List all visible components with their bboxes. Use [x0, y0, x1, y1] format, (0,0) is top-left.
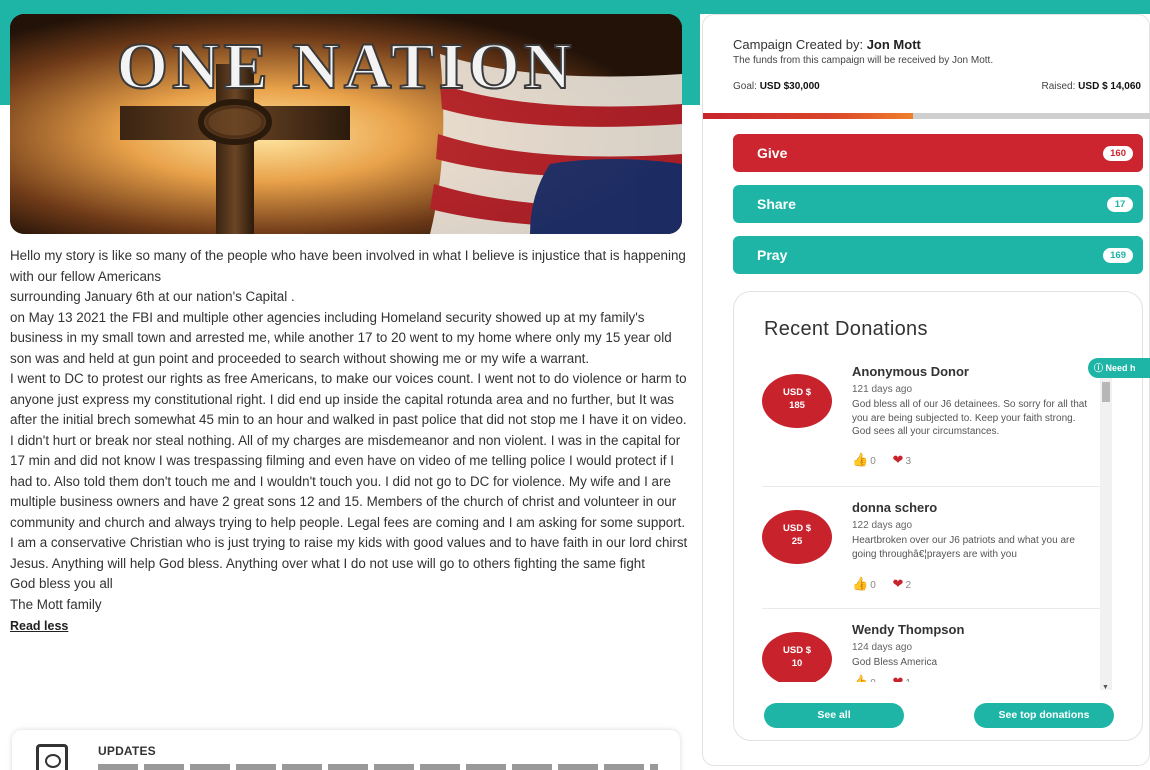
like-count: 0	[870, 580, 876, 591]
story-paragraph: God bless you all	[10, 576, 113, 591]
heart-icon[interactable]: ❤	[893, 452, 904, 468]
donation-time: 121 days ago	[852, 384, 913, 395]
pray-button[interactable]: Pray 169	[733, 236, 1143, 274]
donation-currency: USD $	[783, 387, 811, 398]
funding-progress-fill	[703, 113, 913, 119]
donation-time: 122 days ago	[852, 520, 913, 531]
donor-name: Anonymous Donor	[852, 364, 969, 379]
see-top-donations-button[interactable]: See top donations	[974, 703, 1114, 728]
donor-name: donna schero	[852, 500, 938, 515]
give-count-badge: 160	[1103, 146, 1133, 161]
need-help-button[interactable]: ⓘ Need h	[1088, 358, 1150, 378]
donation-currency: USD $	[783, 523, 811, 534]
story-paragraph: I went to DC to protest our rights as fr…	[10, 371, 688, 571]
funding-progress-bar	[703, 113, 1150, 119]
donation-message: God bless all of our J6 detainees. So so…	[852, 399, 1088, 437]
donation-list-scrollbar[interactable]: ▲ ▼	[1100, 373, 1112, 691]
campaign-hero-image: ONE NATION	[10, 14, 682, 234]
recent-donations-title: Recent Donations	[764, 318, 928, 340]
like-count: 0	[870, 678, 876, 682]
thumbs-up-icon[interactable]: 👍	[852, 576, 868, 592]
share-button[interactable]: Share 17	[733, 185, 1143, 223]
recent-donations-card: Recent Donations USD $ 185 Anonymous Don…	[733, 291, 1143, 741]
share-label: Share	[757, 196, 796, 212]
story-paragraph: Hello my story is like so many of the pe…	[10, 248, 686, 284]
raised-amount: Raised: USD $ 14,060	[1041, 81, 1141, 92]
raised-label: Raised:	[1041, 81, 1076, 92]
funds-note: The funds from this campaign will be rec…	[733, 55, 994, 66]
donation-amount-badge: USD $ 10	[762, 632, 832, 682]
thumbs-up-icon[interactable]: 👍	[852, 674, 868, 682]
heart-count: 2	[905, 580, 911, 591]
scroll-down-arrow-icon[interactable]: ▼	[1102, 684, 1109, 691]
donation-reactions: 👍 0 ❤ 3	[852, 452, 911, 468]
donation-list[interactable]: USD $ 185 Anonymous Donor 121 days ago G…	[734, 352, 1104, 682]
need-help-label: Need h	[1105, 363, 1136, 373]
donation-reactions: 👍0 ❤1	[852, 674, 911, 682]
updates-label: UPDATES	[98, 744, 156, 758]
share-count-badge: 17	[1107, 197, 1133, 212]
heart-icon[interactable]: ❤	[893, 576, 904, 592]
creator-name: Jon Mott	[866, 37, 921, 52]
goal-amount: Goal: USD $30,000	[733, 81, 820, 92]
donation-divider	[762, 608, 1102, 609]
campaign-story: Hello my story is like so many of the pe…	[10, 246, 690, 637]
raised-value: USD $ 14,060	[1078, 81, 1141, 92]
goal-label: Goal:	[733, 81, 757, 92]
donation-amount-badge: USD $ 25	[762, 510, 832, 564]
story-paragraph: The Mott family	[10, 596, 102, 612]
donor-name: Wendy Thompson	[852, 622, 965, 637]
story-paragraph: surrounding January 6th at our nation's …	[10, 289, 295, 304]
give-button[interactable]: Give 160	[733, 134, 1143, 172]
updates-icon	[36, 744, 68, 770]
donation-currency: USD $	[783, 645, 811, 656]
hero-title: ONE NATION	[117, 30, 576, 103]
thumbs-up-icon[interactable]: 👍	[852, 452, 868, 468]
scrollbar-thumb[interactable]	[1102, 382, 1110, 402]
donation-amount: 185	[789, 400, 805, 411]
donation-message: God Bless America	[852, 657, 938, 668]
pray-count-badge: 169	[1103, 248, 1133, 263]
read-less-link[interactable]: Read less	[10, 616, 68, 637]
help-circle-icon: ⓘ	[1094, 363, 1104, 373]
donation-amount: 10	[791, 658, 803, 669]
created-by-label: Campaign Created by:	[733, 37, 864, 52]
donation-amount-badge: USD $ 185	[762, 374, 832, 428]
give-label: Give	[757, 145, 788, 161]
campaign-sidebar: Campaign Created by: Jon Mott The funds …	[702, 14, 1150, 766]
updates-preview-text	[98, 764, 658, 770]
donation-reactions: 👍 0 ❤ 2	[852, 576, 911, 592]
campaign-creator: Campaign Created by: Jon Mott	[733, 37, 921, 52]
heart-count: 3	[905, 456, 911, 467]
see-all-button[interactable]: See all	[764, 703, 904, 728]
like-count: 0	[870, 456, 876, 467]
updates-card[interactable]: UPDATES	[12, 730, 680, 770]
heart-count: 1	[905, 678, 911, 682]
heart-icon[interactable]: ❤	[893, 674, 904, 682]
story-paragraph: on May 13 2021 the FBI and multiple othe…	[10, 309, 672, 366]
donation-divider	[762, 486, 1102, 487]
pray-label: Pray	[757, 247, 788, 263]
donation-amount: 25	[791, 536, 803, 547]
goal-value: USD $30,000	[759, 81, 820, 92]
donation-time: 124 days ago	[852, 642, 913, 653]
donation-message: Heartbroken over our J6 patriots and wha…	[852, 535, 1075, 560]
